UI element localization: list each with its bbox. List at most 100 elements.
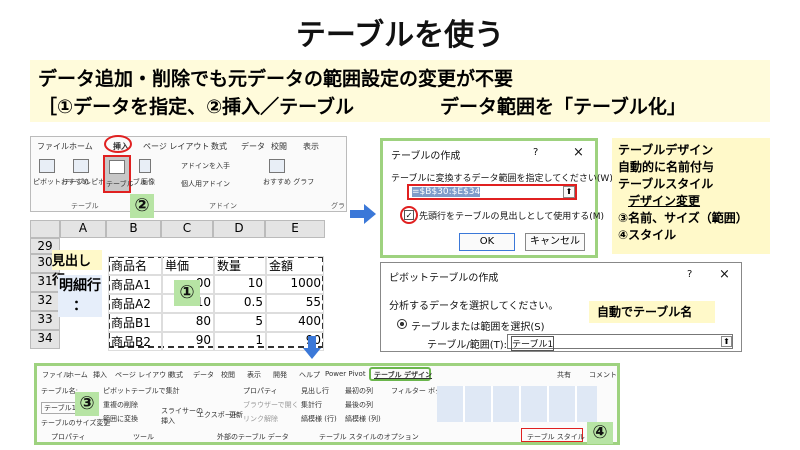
cell-b31[interactable]: 商品A1 (108, 275, 162, 294)
cell-d33[interactable]: 5 (214, 313, 266, 332)
cell-d31[interactable]: 10 (214, 275, 266, 294)
cell-e30[interactable]: 金額 (266, 256, 324, 275)
tab-data[interactable]: データ (241, 141, 265, 152)
total-row-check[interactable]: 集計行 (301, 400, 322, 410)
col-header-d[interactable]: D (213, 220, 265, 238)
col-header-a[interactable]: A (60, 220, 106, 238)
tab-file[interactable]: ファイル (37, 141, 69, 152)
row-header-34[interactable]: 34 (30, 330, 60, 349)
row-header-33[interactable]: 33 (30, 311, 60, 330)
row-header-32[interactable]: 32 (30, 292, 60, 311)
step2-badge: ② (130, 194, 154, 218)
col-header-b[interactable]: B (106, 220, 161, 238)
range-prompt: テーブルに変換するデータ範囲を指定してください(W) (391, 174, 613, 184)
tab-home[interactable]: ホーム (69, 141, 93, 152)
header-checkbox[interactable]: ✓ (404, 210, 414, 220)
cell-e32[interactable]: 55 (266, 294, 324, 313)
arrow-right-icon (364, 204, 376, 224)
cell-b30[interactable]: 商品名 (108, 256, 162, 275)
tab-view[interactable]: 表示 (303, 141, 319, 152)
cancel-button[interactable]: キャンセル (525, 233, 585, 251)
dtab-data[interactable]: データ (193, 370, 214, 380)
share-button[interactable]: 共有 (557, 370, 571, 380)
recommended-pivot-icon (73, 159, 89, 173)
table-button[interactable]: テーブル (103, 155, 134, 193)
cell-b34[interactable]: 商品B2 (108, 332, 162, 351)
header-row-label: 見出し行 (52, 250, 102, 288)
cell-b32[interactable]: 商品A2 (108, 294, 162, 313)
pivot-collapse-button[interactable]: ⬆ (721, 336, 732, 347)
group-label-addin: アドイン (209, 202, 237, 210)
note-line2: 自動的に名前付与 (618, 160, 715, 174)
dtab-help[interactable]: ヘルプ (299, 370, 320, 380)
cell-c30[interactable]: 単価 (162, 256, 214, 275)
comment-button[interactable]: コメント (589, 370, 617, 380)
collapse-range-button[interactable]: ⬆ (563, 186, 575, 198)
dtab-developer[interactable]: 開発 (273, 370, 287, 380)
subtitle-line2: ［①データを指定、②挿入／テーブル (38, 96, 355, 118)
header-row-check[interactable]: 見出し行 (301, 386, 329, 396)
pivot-help-button[interactable]: ? (687, 269, 692, 280)
arrow-down-shaft (308, 336, 316, 348)
get-addins-button[interactable]: アドインを入手 (181, 161, 230, 171)
dtab-power-pivot[interactable]: Power Pivot (325, 370, 366, 378)
remove-duplicates-button[interactable]: 重複の削除 (103, 400, 138, 410)
convert-to-range-button[interactable]: 範囲に変換 (103, 414, 138, 424)
help-button[interactable]: ? (533, 147, 538, 158)
cell-c34[interactable]: 90 (162, 332, 214, 351)
tab-page-layout[interactable]: ページ レイアウト (143, 141, 209, 152)
note-line6: ④スタイル (618, 228, 677, 242)
table-icon (109, 160, 125, 174)
first-column-check[interactable]: 最初の列 (345, 386, 373, 396)
summarize-pivot-button[interactable]: ピボットテーブルで集計 (103, 386, 180, 396)
cell-d34[interactable]: 1 (214, 332, 266, 351)
open-browser-button[interactable]: ブラウザーで開く (243, 400, 299, 410)
dtab-insert[interactable]: 挿入 (93, 370, 107, 380)
image-button[interactable]: 画像 (141, 177, 155, 187)
tab-review[interactable]: 校閲 (271, 141, 287, 152)
refresh-button[interactable]: 更新 (229, 410, 243, 420)
cell-d30[interactable]: 数量 (214, 256, 266, 275)
table-name-input[interactable]: テーブル1 (41, 402, 80, 414)
banded-columns-check[interactable]: 縞模様 (列) (345, 414, 381, 424)
dtab-file[interactable]: ファイル (42, 370, 70, 380)
last-column-check[interactable]: 最後の列 (345, 400, 373, 410)
dtab-home[interactable]: ホーム (67, 370, 88, 380)
table-range-input[interactable]: テーブル1 (507, 334, 733, 351)
range-radio[interactable] (397, 319, 407, 329)
cell-c33[interactable]: 80 (162, 313, 214, 332)
my-addins-button[interactable]: 個人用アドイン (181, 179, 230, 189)
note-line1: テーブルデザイン (618, 143, 714, 157)
col-header-c[interactable]: C (161, 220, 213, 238)
dtab-table-design[interactable]: テーブル デザイン (374, 370, 432, 380)
dtab-review[interactable]: 校閲 (221, 370, 235, 380)
recommended-chart-button[interactable]: おすすめ グラフ (263, 177, 314, 187)
dtab-view[interactable]: 表示 (247, 370, 261, 380)
auto-table-name-note: 自動でテーブル名 (589, 301, 715, 323)
ok-button[interactable]: OK (459, 233, 515, 251)
cell-e33[interactable]: 400 (266, 313, 324, 332)
range-input[interactable]: =$B$30:$E$34 (407, 184, 577, 200)
group-label-external: 外部のテーブル データ (217, 433, 289, 441)
page-title: テーブルを使う (295, 18, 505, 53)
col-header-e[interactable]: E (265, 220, 325, 238)
unlink-button[interactable]: リンク解除 (243, 414, 278, 424)
close-icon[interactable]: × (573, 145, 584, 160)
banded-rows-check[interactable]: 縞模様 (行) (301, 414, 337, 424)
tab-formulas[interactable]: 数式 (211, 141, 227, 152)
dtab-page-layout[interactable]: ページ レイアウト (115, 370, 173, 380)
group-label-tools: ツール (133, 433, 154, 441)
create-table-dialog: テーブルの作成 ? × テーブルに変換するデータ範囲を指定してください(W) =… (380, 138, 613, 258)
cell-e31[interactable]: 1000 (266, 275, 324, 294)
properties-button[interactable]: プロパティ (243, 386, 278, 396)
table-style-gallery[interactable] (437, 386, 597, 422)
resize-table-button[interactable]: テーブルのサイズ変更 (41, 418, 110, 428)
pivot-close-icon[interactable]: × (719, 267, 730, 282)
table-range-value: テーブル1 (511, 336, 555, 351)
cell-b33[interactable]: 商品B1 (108, 313, 162, 332)
group-label-properties: プロパティ (51, 433, 86, 441)
dtab-formulas[interactable]: 数式 (169, 370, 183, 380)
corner-cell (30, 220, 60, 238)
cell-d32[interactable]: 0.5 (214, 294, 266, 313)
range-value: =$B$30:$E$34 (412, 187, 481, 197)
